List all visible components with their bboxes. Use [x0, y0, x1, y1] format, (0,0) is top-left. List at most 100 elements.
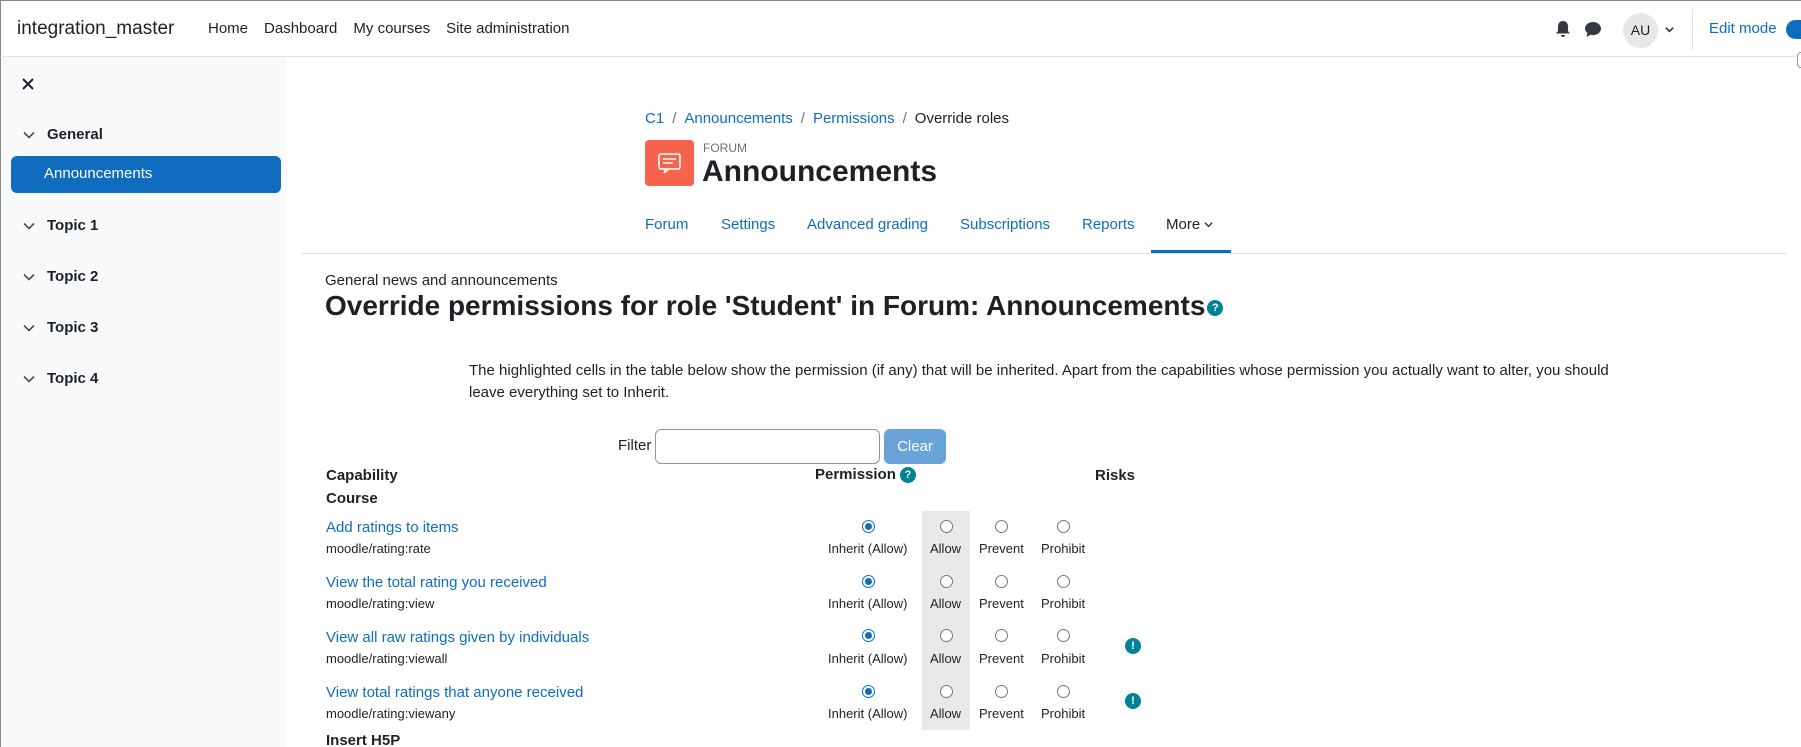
radio-label: Inherit (Allow): [828, 706, 908, 721]
radio-inherit[interactable]: [862, 629, 875, 642]
sidebar-section-topic-2[interactable]: Topic 2: [23, 268, 98, 285]
breadcrumb-current: Override roles: [914, 110, 1009, 127]
chevron-down-icon: [23, 375, 35, 383]
sidebar-item-announcements[interactable]: Announcements: [11, 156, 281, 193]
risk-warning-icon[interactable]: !: [1125, 638, 1141, 654]
column-header-risks: Risks: [1095, 467, 1136, 484]
radio-label: Prohibit: [1041, 541, 1086, 556]
nav-my-courses[interactable]: My courses: [353, 20, 430, 37]
sidebar-section-topic-4[interactable]: Topic 4: [23, 370, 98, 387]
chevron-down-icon: [23, 273, 35, 281]
chevron-down-icon: [23, 131, 35, 139]
secondary-nav: Forum Settings Advanced grading Subscrip…: [302, 208, 1786, 254]
sidebar-section-topic-3[interactable]: Topic 3: [23, 319, 98, 336]
chevron-down-icon: [1204, 222, 1213, 228]
radio-prohibit[interactable]: [1057, 629, 1070, 642]
radio-allow[interactable]: [940, 685, 953, 698]
column-header-permission-label: Permission: [815, 466, 896, 483]
sidebar-section-label: Topic 4: [47, 370, 99, 387]
nav-home[interactable]: Home: [208, 20, 248, 37]
radio-label: Prevent: [979, 596, 1024, 611]
help-icon[interactable]: ?: [1207, 300, 1224, 316]
radio-prohibit[interactable]: [1057, 575, 1070, 588]
close-icon[interactable]: [21, 77, 35, 91]
clear-button[interactable]: Clear: [884, 429, 946, 464]
capability-name[interactable]: View the total rating you received: [326, 574, 547, 591]
radio-label: Prevent: [979, 706, 1024, 721]
bell-icon[interactable]: [1555, 20, 1571, 38]
course-index-drawer: General Announcements Topic 1 Topic 2 To…: [0, 57, 286, 747]
help-icon[interactable]: ?: [899, 467, 916, 483]
radio-prevent[interactable]: [995, 520, 1008, 533]
sidebar-section-label: General: [47, 126, 103, 143]
nav-dashboard[interactable]: Dashboard: [264, 20, 337, 37]
radio-allow[interactable]: [940, 575, 953, 588]
radio-allow[interactable]: [940, 629, 953, 642]
radio-prevent[interactable]: [995, 575, 1008, 588]
column-header-capability: Capability: [326, 467, 398, 484]
messages-icon[interactable]: [1584, 20, 1602, 38]
radio-inherit[interactable]: [862, 520, 875, 533]
sidebar-section-general[interactable]: General: [23, 126, 103, 143]
user-avatar[interactable]: AU: [1623, 13, 1658, 48]
column-header-permission: Permission?: [815, 466, 916, 483]
radio-label: Prohibit: [1041, 706, 1086, 721]
capability-name[interactable]: View total ratings that anyone received: [326, 684, 583, 701]
radio-inherit[interactable]: [862, 685, 875, 698]
filter-input[interactable]: [655, 429, 880, 464]
tab-more[interactable]: More: [1166, 216, 1213, 233]
radio-label: Prevent: [979, 541, 1024, 556]
radio-prohibit[interactable]: [1057, 520, 1070, 533]
capability-name[interactable]: View all raw ratings given by individual…: [326, 629, 589, 646]
sidebar-section-label: Topic 2: [47, 268, 99, 285]
capability-code: moodle/rating:viewany: [326, 706, 456, 721]
activity-type-label: FORUM: [703, 141, 747, 155]
radio-prevent[interactable]: [995, 629, 1008, 642]
radio-inherit[interactable]: [862, 575, 875, 588]
sidebar-section-topic-1[interactable]: Topic 1: [23, 217, 98, 234]
tab-settings[interactable]: Settings: [721, 216, 775, 233]
top-navbar: integration_master Home Dashboard My cou…: [0, 0, 1801, 57]
radio-label: Inherit (Allow): [828, 596, 908, 611]
page-title-text: Override permissions for role 'Student' …: [325, 290, 1206, 321]
edit-mode-label[interactable]: Edit mode: [1709, 20, 1777, 37]
radio-prohibit[interactable]: [1057, 685, 1070, 698]
breadcrumb: C1 / Announcements / Permissions / Overr…: [645, 110, 1009, 127]
breadcrumb-permissions[interactable]: Permissions: [813, 110, 895, 127]
risk-warning-icon[interactable]: !: [1125, 693, 1141, 709]
edit-mode-toggle[interactable]: [1786, 20, 1801, 39]
tab-advanced-grading[interactable]: Advanced grading: [807, 216, 928, 233]
tab-forum[interactable]: Forum: [645, 216, 688, 233]
page-subtitle: General news and announcements: [325, 272, 558, 289]
radio-allow[interactable]: [940, 520, 953, 533]
chevron-down-icon[interactable]: [1664, 24, 1675, 35]
capability-code: moodle/rating:rate: [326, 541, 431, 556]
radio-label: Inherit (Allow): [828, 651, 908, 666]
radio-label: Allow: [930, 651, 962, 666]
breadcrumb-separator: /: [800, 110, 805, 127]
tab-subscriptions[interactable]: Subscriptions: [960, 216, 1050, 233]
primary-nav: Home Dashboard My courses Site administr…: [208, 20, 570, 37]
group-course: Course: [326, 490, 378, 507]
tab-more-label: More: [1166, 216, 1201, 233]
filter-label: Filter: [618, 437, 652, 454]
radio-label: Prohibit: [1041, 596, 1086, 611]
active-tab-indicator: [1151, 250, 1231, 253]
radio-prevent[interactable]: [995, 685, 1008, 698]
radio-label: Prevent: [979, 651, 1024, 666]
tab-reports[interactable]: Reports: [1082, 216, 1135, 233]
radio-label: Allow: [930, 541, 962, 556]
scrollbar-handle[interactable]: [1797, 52, 1801, 68]
breadcrumb-separator: /: [672, 110, 677, 127]
breadcrumb-announcements[interactable]: Announcements: [684, 110, 792, 127]
radio-label: Inherit (Allow): [828, 541, 908, 556]
breadcrumb-c1[interactable]: C1: [645, 110, 664, 127]
site-name[interactable]: integration_master: [17, 18, 174, 40]
chevron-down-icon: [23, 324, 35, 332]
page-title: Override permissions for role 'Student' …: [325, 290, 1224, 322]
nav-divider: [1692, 9, 1693, 50]
capability-code: moodle/rating:viewall: [326, 651, 448, 666]
sidebar-section-label: Topic 3: [47, 319, 99, 336]
capability-name[interactable]: Add ratings to items: [326, 519, 459, 536]
nav-site-administration[interactable]: Site administration: [446, 20, 569, 37]
